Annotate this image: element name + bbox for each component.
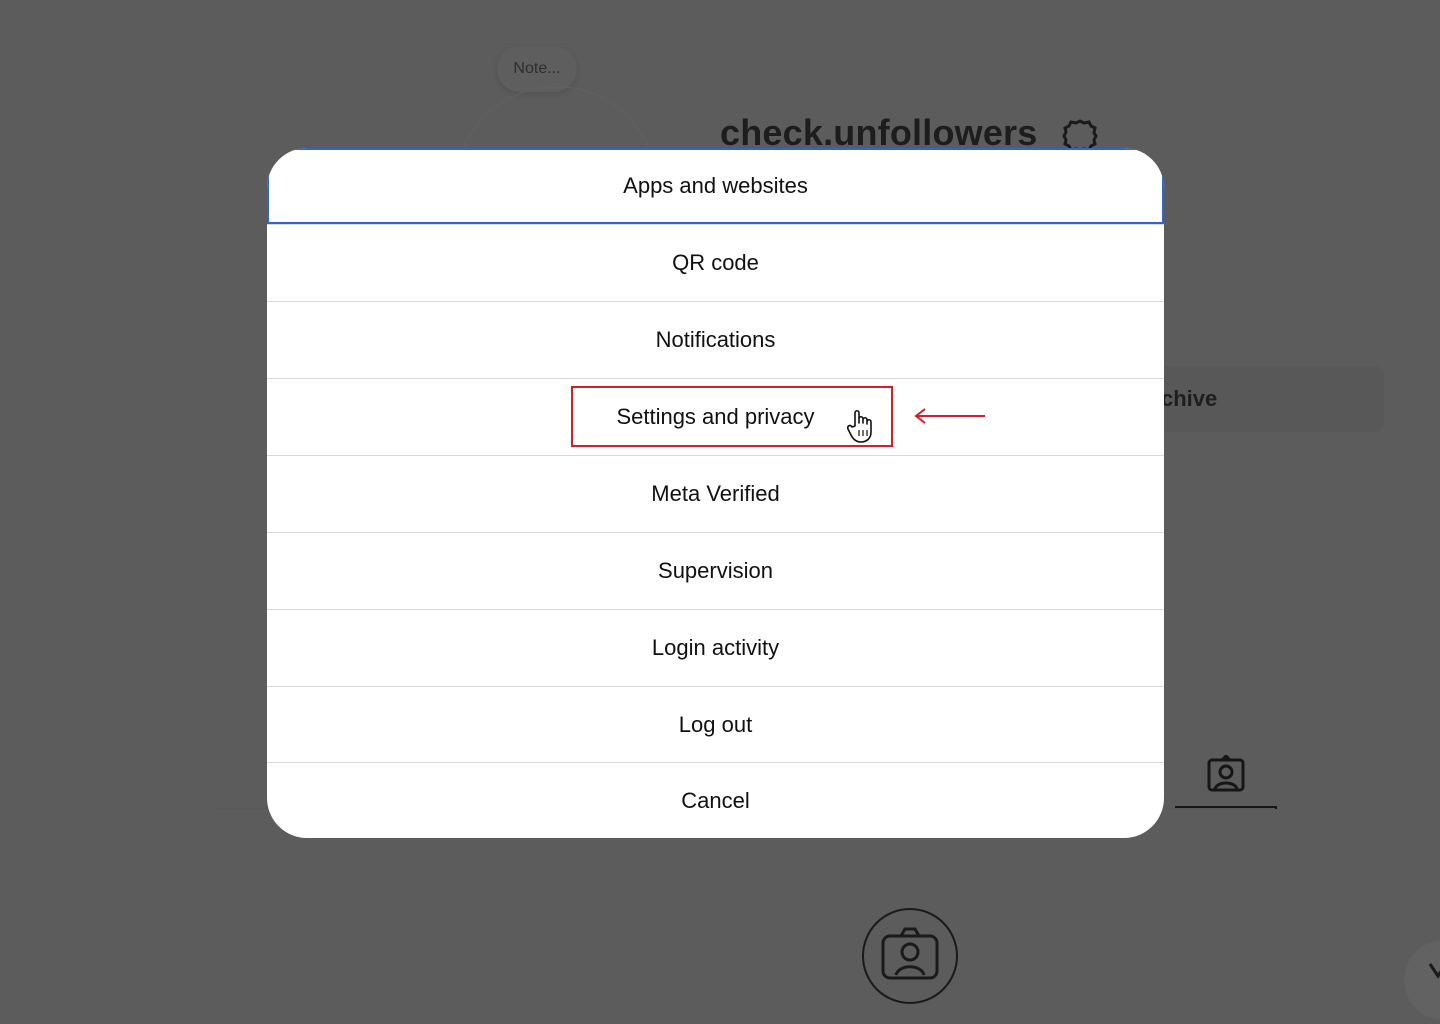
menu-item-label: QR code	[672, 249, 759, 275]
note-text: Note...	[513, 60, 561, 77]
menu-item-cancel[interactable]: Cancel	[267, 762, 1164, 838]
menu-item-meta-verified[interactable]: Meta Verified	[267, 455, 1164, 531]
camera-icon	[881, 927, 939, 980]
menu-item-label: Supervision	[658, 557, 773, 583]
menu-item-qr-code[interactable]: QR code	[267, 224, 1164, 300]
menu-item-apps-and-websites[interactable]: Apps and websites	[267, 148, 1164, 224]
red-arrow	[914, 408, 985, 424]
menu-item-label: Login activity	[651, 634, 780, 660]
account-options-modal: Apps and websites QR code Notifications …	[267, 148, 1164, 838]
menu-item-supervision[interactable]: Supervision	[267, 532, 1164, 608]
menu-item-login-activity[interactable]: Login activity	[267, 609, 1164, 685]
menu-item-label: Cancel	[681, 787, 750, 813]
menu-item-label: Notifications	[655, 326, 776, 352]
menu-item-label: Apps and websites	[623, 173, 808, 198]
tagged-icon[interactable]	[1206, 755, 1246, 795]
note-bubble[interactable]: Note...	[497, 46, 577, 92]
view-archive-label: chive	[1161, 386, 1218, 411]
menu-item-notifications[interactable]: Notifications	[267, 301, 1164, 377]
menu-item-label: Log out	[678, 711, 753, 737]
menu-item-log-out[interactable]: Log out	[267, 686, 1164, 762]
heart-icon	[1428, 963, 1440, 979]
menu-item-label: Meta Verified	[651, 480, 780, 506]
hand-cursor-icon	[847, 409, 872, 443]
highlight-box	[571, 386, 893, 447]
